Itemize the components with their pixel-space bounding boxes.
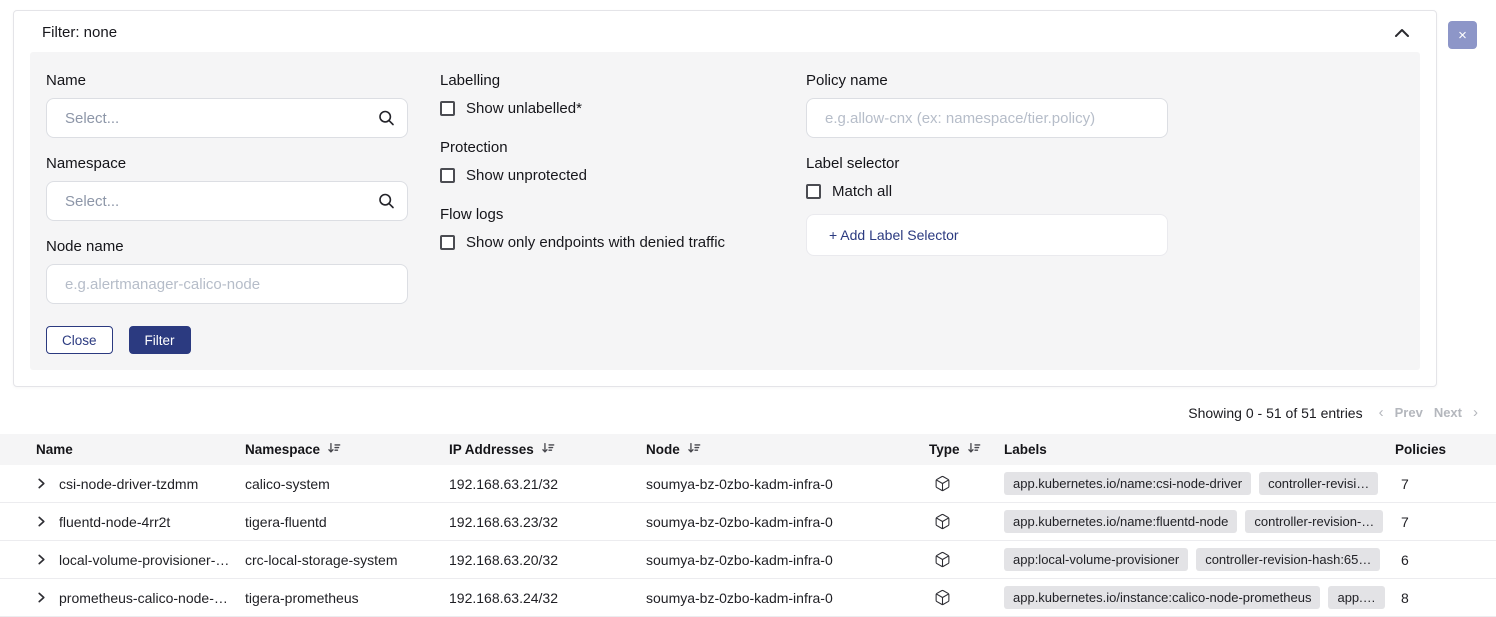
endpoint-ip: 192.168.63.21/32	[449, 476, 646, 492]
denied-traffic-label: Show only endpoints with denied traffic	[466, 234, 725, 251]
endpoint-node: soumya-bz-0zbo-kadm-infra-0	[646, 552, 929, 568]
match-all-checkbox[interactable]	[806, 184, 821, 199]
endpoint-ip: 192.168.63.24/32	[449, 590, 646, 606]
sort-icon[interactable]	[541, 441, 555, 458]
next-button[interactable]: Next	[1434, 405, 1462, 420]
sort-icon[interactable]	[967, 441, 981, 458]
filter-form: Name Namespace Node name	[30, 52, 1420, 370]
showing-entries-text: Showing 0 - 51 of 51 entries	[1188, 405, 1362, 421]
label-chip: controller-revision-hash:65…	[1196, 548, 1380, 571]
column-header-policies: Policies	[1395, 442, 1496, 457]
row-expand-chevron-icon[interactable]	[36, 516, 47, 527]
endpoint-namespace: tigera-fluentd	[245, 514, 449, 530]
label-selector-heading: Label selector	[806, 155, 1168, 172]
endpoint-node: soumya-bz-0zbo-kadm-infra-0	[646, 590, 929, 606]
endpoint-name: local-volume-provisioner-…	[59, 552, 229, 568]
endpoint-ip: 192.168.63.20/32	[449, 552, 646, 568]
flow-logs-heading: Flow logs	[440, 206, 774, 223]
chevron-up-icon	[1394, 26, 1410, 41]
namespace-select-input[interactable]	[46, 181, 408, 221]
prev-chevron-icon[interactable]: ‹	[1379, 404, 1384, 421]
namespace-field-label: Namespace	[46, 155, 408, 172]
endpoint-name: prometheus-calico-node-…	[59, 590, 228, 606]
column-header-labels: Labels	[1004, 442, 1395, 457]
sort-icon[interactable]	[327, 441, 341, 458]
denied-traffic-checkbox[interactable]	[440, 235, 455, 250]
table-row[interactable]: local-volume-provisioner-… crc-local-sto…	[0, 541, 1496, 579]
label-chip: app:local-volume-provisioner	[1004, 548, 1188, 571]
policy-name-input[interactable]	[806, 98, 1168, 138]
next-chevron-icon[interactable]: ›	[1473, 404, 1478, 421]
filter-col-right: Policy name Label selector Match all + A…	[806, 72, 1168, 256]
policies-count: 7	[1395, 514, 1496, 530]
table-meta-row: Showing 0 - 51 of 51 entries ‹ Prev Next…	[0, 387, 1496, 434]
label-chip: controller-revisi…	[1259, 472, 1378, 495]
name-select-input[interactable]	[46, 98, 408, 138]
row-expand-chevron-icon[interactable]	[36, 592, 47, 603]
show-unprotected-checkbox[interactable]	[440, 168, 455, 183]
filter-col-middle: Labelling Show unlabelled* Protection Sh…	[440, 72, 774, 273]
filter-title: Filter: none	[42, 24, 117, 41]
endpoint-node: soumya-bz-0zbo-kadm-infra-0	[646, 514, 929, 530]
label-chip: app.…	[1328, 586, 1384, 609]
prev-button[interactable]: Prev	[1395, 405, 1423, 420]
endpoint-namespace: calico-system	[245, 476, 449, 492]
filter-panel-region: Filter: none Name Namespace	[0, 0, 1496, 387]
column-header-name: Name	[36, 442, 245, 457]
workload-endpoint-type-icon	[934, 555, 951, 568]
workload-endpoint-type-icon	[934, 517, 951, 530]
endpoint-namespace: crc-local-storage-system	[245, 552, 449, 568]
label-chip: app.kubernetes.io/name:csi-node-driver	[1004, 472, 1251, 495]
label-chip: controller-revision-…	[1245, 510, 1383, 533]
endpoint-namespace: tigera-prometheus	[245, 590, 449, 606]
show-unprotected-label: Show unprotected	[466, 167, 587, 184]
match-all-label: Match all	[832, 183, 892, 200]
node-name-field-label: Node name	[46, 238, 408, 255]
endpoint-ip: 192.168.63.23/32	[449, 514, 646, 530]
column-header-namespace[interactable]: Namespace	[245, 441, 449, 458]
close-button[interactable]: Close	[46, 326, 113, 354]
endpoint-name: fluentd-node-4rr2t	[59, 514, 170, 530]
endpoint-node: soumya-bz-0zbo-kadm-infra-0	[646, 476, 929, 492]
labelling-heading: Labelling	[440, 72, 774, 89]
filter-col-left: Name Namespace Node name	[46, 72, 408, 354]
close-icon: ×	[1458, 28, 1467, 43]
table-row[interactable]: csi-node-driver-tzdmm calico-system 192.…	[0, 465, 1496, 503]
protection-heading: Protection	[440, 139, 774, 156]
column-header-type[interactable]: Type	[929, 441, 1004, 458]
policies-count: 7	[1395, 476, 1496, 492]
node-name-input[interactable]	[46, 264, 408, 304]
show-unlabelled-label: Show unlabelled*	[466, 100, 582, 117]
table-header-row: Name Namespace IP Addresses Node Type La…	[0, 434, 1496, 465]
row-expand-chevron-icon[interactable]	[36, 554, 47, 565]
table-row[interactable]: fluentd-node-4rr2t tigera-fluentd 192.16…	[0, 503, 1496, 541]
policy-name-field-label: Policy name	[806, 72, 1168, 89]
column-header-node[interactable]: Node	[646, 441, 929, 458]
endpoints-table: Name Namespace IP Addresses Node Type La…	[0, 434, 1496, 617]
policies-count: 8	[1395, 590, 1496, 606]
sort-icon[interactable]	[687, 441, 701, 458]
collapse-panel-button[interactable]	[1392, 26, 1412, 40]
label-chip: app.kubernetes.io/instance:calico-node-p…	[1004, 586, 1320, 609]
filter-panel-header: Filter: none	[14, 11, 1436, 52]
filter-button[interactable]: Filter	[129, 326, 191, 354]
pagination: ‹ Prev Next ›	[1379, 404, 1478, 421]
label-chip: app.kubernetes.io/name:fluentd-node	[1004, 510, 1237, 533]
dismiss-panel-button[interactable]: ×	[1448, 21, 1477, 49]
policies-count: 6	[1395, 552, 1496, 568]
show-unlabelled-checkbox[interactable]	[440, 101, 455, 116]
filter-panel: Filter: none Name Namespace	[13, 10, 1437, 387]
endpoint-name: csi-node-driver-tzdmm	[59, 476, 198, 492]
name-field-label: Name	[46, 72, 408, 89]
add-label-selector-button[interactable]: + Add Label Selector	[806, 214, 1168, 256]
column-header-ip-addresses[interactable]: IP Addresses	[449, 441, 646, 458]
workload-endpoint-type-icon	[934, 479, 951, 492]
row-expand-chevron-icon[interactable]	[36, 478, 47, 489]
table-row[interactable]: prometheus-calico-node-… tigera-promethe…	[0, 579, 1496, 617]
search-icon	[378, 110, 395, 127]
workload-endpoint-type-icon	[934, 593, 951, 606]
search-icon	[378, 193, 395, 210]
